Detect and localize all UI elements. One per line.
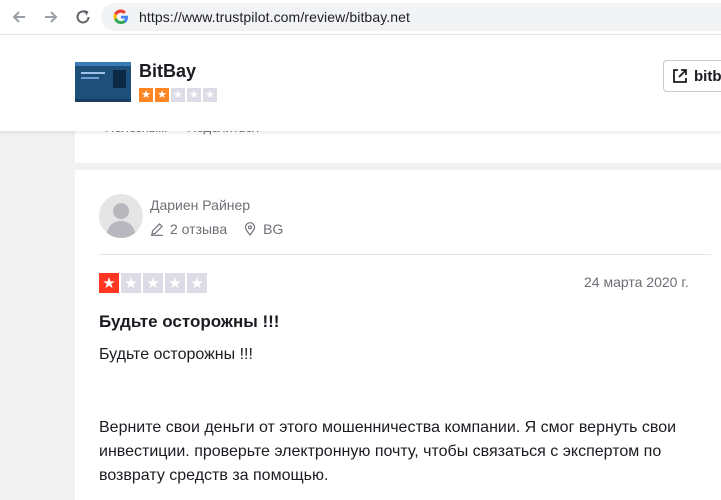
review-title[interactable]: Будьте осторожны !!! xyxy=(99,312,279,332)
company-rating-stars: ★ ★ ★ ★ ★ xyxy=(139,88,217,102)
review-date: 24 марта 2020 г. xyxy=(584,274,689,290)
company-star-filled-icon: ★ xyxy=(139,88,153,102)
reviewer-country: BG xyxy=(243,221,283,237)
company-star-empty-icon: ★ xyxy=(171,88,185,102)
reload-icon xyxy=(76,10,90,24)
country-code: BG xyxy=(263,221,284,237)
external-link-icon xyxy=(673,69,687,83)
user-icon xyxy=(106,203,136,238)
review-star-empty-icon: ★ xyxy=(187,273,207,293)
browser-toolbar: https://www.trustpilot.com/review/bitbay… xyxy=(0,0,721,35)
avatar[interactable] xyxy=(99,194,143,238)
review-body-paragraph: Верните свои деньги от этого мошенничест… xyxy=(99,419,677,484)
company-logo[interactable] xyxy=(75,62,131,102)
arrow-left-icon xyxy=(12,11,25,23)
review-rating-stars: ★ ★ ★ ★ ★ xyxy=(99,273,207,293)
company-name[interactable]: BitBay xyxy=(139,61,196,82)
visit-website-button[interactable]: bitb xyxy=(663,60,721,92)
review-star-empty-icon: ★ xyxy=(165,273,185,293)
url-text: https://www.trustpilot.com/review/bitbay… xyxy=(139,9,411,25)
review-card: Дариен Райнер 2 отзыва BG ★ ★ ★ ★ ★ 24 марта… xyxy=(75,170,721,500)
review-star-empty-icon: ★ xyxy=(121,273,141,293)
reviews-count-label: 2 отзыва xyxy=(170,221,228,237)
company-header: BitBay ★ ★ ★ ★ ★ bitb xyxy=(0,35,721,131)
company-star-empty-icon: ★ xyxy=(187,88,201,102)
location-pin-icon xyxy=(245,222,256,236)
visit-website-label: bitb xyxy=(694,67,721,85)
reload-button[interactable] xyxy=(70,4,96,30)
reviewer-meta: 2 отзыва BG xyxy=(150,221,299,237)
review-body-line: Будьте осторожны !!! xyxy=(99,346,253,363)
forward-button[interactable] xyxy=(38,4,64,30)
google-icon xyxy=(113,9,128,25)
reviewer-name[interactable]: Дариен Райнер xyxy=(150,197,250,213)
arrow-right-icon xyxy=(45,11,58,23)
company-star-empty-icon: ★ xyxy=(203,88,217,102)
pencil-icon xyxy=(151,223,163,236)
back-button[interactable] xyxy=(6,4,32,30)
divider xyxy=(99,254,711,255)
review-star-filled-icon: ★ xyxy=(99,273,119,293)
review-star-empty-icon: ★ xyxy=(143,273,163,293)
company-star-filled-icon: ★ xyxy=(155,88,169,102)
address-bar[interactable]: https://www.trustpilot.com/review/bitbay… xyxy=(101,3,721,31)
reviews-count: 2 отзыва xyxy=(150,221,227,237)
